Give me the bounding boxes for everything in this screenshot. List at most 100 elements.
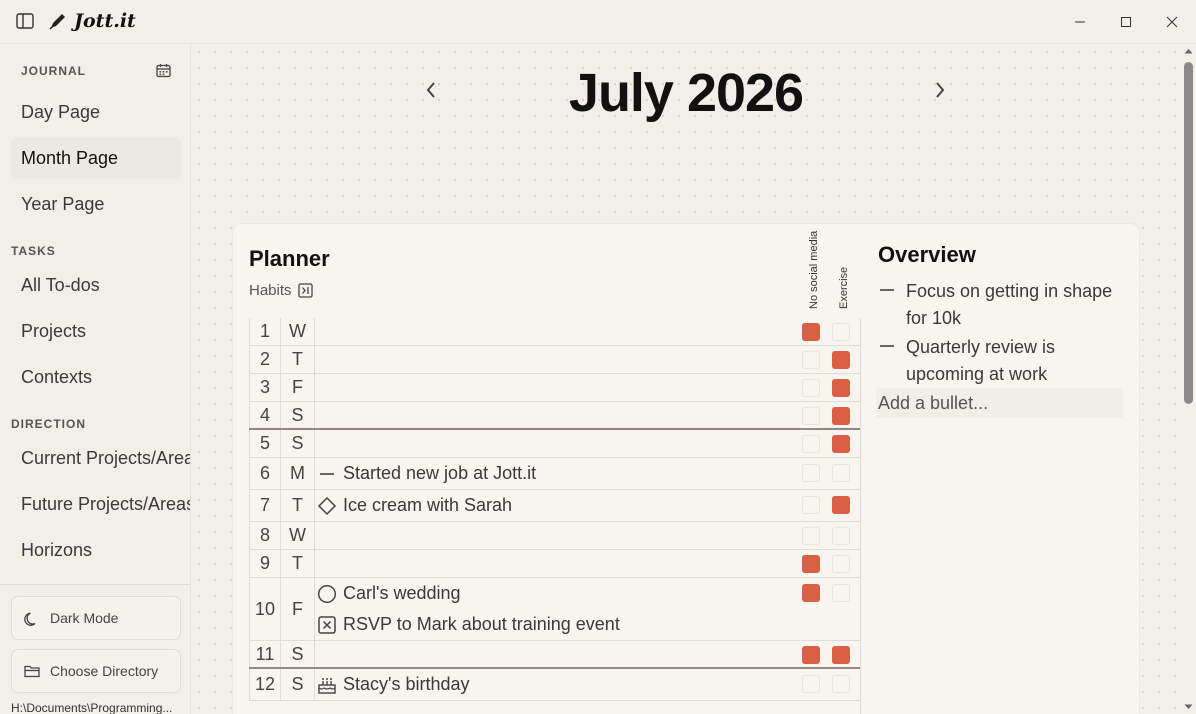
dash-icon: [878, 278, 906, 332]
bullet-entry[interactable]: Carl's wedding: [315, 578, 795, 609]
day-entries[interactable]: Started new job at Jott.it: [315, 458, 795, 489]
day-entries[interactable]: Ice cream with Sarah: [315, 490, 795, 521]
habit-checkbox[interactable]: [802, 464, 820, 482]
directory-path: H:\Documents\Programming...: [11, 701, 173, 714]
habit-checkbox[interactable]: [802, 351, 820, 369]
sidebar-item-current-projects[interactable]: Current Projects/Areas: [11, 437, 190, 479]
bullet-entry[interactable]: Stacy's birthday: [315, 669, 795, 700]
habit-checkbox[interactable]: [802, 407, 820, 425]
day-number: 5: [249, 430, 281, 457]
dash-icon: [878, 334, 906, 388]
bullet-text: Started new job at Jott.it: [343, 463, 537, 483]
sidebar-item-projects[interactable]: Projects: [11, 310, 181, 352]
habit-checkbox[interactable]: [802, 646, 820, 664]
planner-row[interactable]: 2T: [249, 346, 861, 374]
habit-checkbox[interactable]: [802, 496, 820, 514]
day-number: 9: [249, 550, 281, 577]
folder-icon: [24, 665, 40, 678]
habit-checkbox[interactable]: [832, 464, 850, 482]
habit-checkbox[interactable]: [832, 379, 850, 397]
habit-checkbox[interactable]: [832, 435, 850, 453]
cake-icon: [317, 675, 337, 695]
close-icon[interactable]: [1162, 12, 1182, 32]
scrollbar[interactable]: [1181, 44, 1196, 714]
sidebar-item-future-projects[interactable]: Future Projects/Areas: [11, 483, 190, 525]
sidebar-item-month-page[interactable]: Month Page: [11, 137, 181, 179]
habit-header-no-social-media: No social media: [808, 230, 820, 309]
scroll-thumb[interactable]: [1184, 62, 1193, 404]
planner-row[interactable]: 10 F Carl's wedding RSVP to Mark about trai…: [249, 578, 861, 641]
day-of-week: S: [281, 430, 315, 457]
sidebar-item-all-todos[interactable]: All To-dos: [11, 264, 181, 306]
habit-checkbox[interactable]: [832, 323, 850, 341]
sidebar-item-day-page[interactable]: Day Page: [11, 91, 181, 133]
tasks-section-label: TASKS: [11, 244, 56, 258]
planner-row[interactable]: 3F: [249, 374, 861, 402]
planner-row[interactable]: 5S: [249, 430, 861, 458]
next-month-icon[interactable]: [930, 80, 950, 100]
habit-checkbox[interactable]: [802, 435, 820, 453]
bullet-entry[interactable]: Started new job at Jott.it: [315, 458, 795, 489]
scroll-down-icon[interactable]: [1184, 704, 1193, 710]
overview-bullet[interactable]: Quarterly review is upcoming at work: [878, 334, 1123, 388]
sidebar-toggle-icon[interactable]: [16, 13, 34, 29]
day-of-week: F: [281, 374, 315, 401]
moon-icon: [24, 612, 36, 626]
sidebar-item-contexts[interactable]: Contexts: [11, 356, 181, 398]
planner-row[interactable]: 12 S Stacy's birthday: [249, 669, 861, 701]
habit-checkbox[interactable]: [832, 351, 850, 369]
planner-row[interactable]: 6 M Started new job at Jott.it: [249, 458, 861, 490]
habit-checkbox[interactable]: [832, 675, 850, 693]
dark-mode-button[interactable]: Dark Mode: [11, 596, 181, 640]
sidebar-item-year-page[interactable]: Year Page: [11, 183, 181, 225]
habit-checkbox[interactable]: [832, 407, 850, 425]
calendar-icon[interactable]: [156, 63, 171, 83]
dark-mode-label: Dark Mode: [50, 610, 119, 626]
maximize-icon[interactable]: [1116, 12, 1136, 32]
choose-directory-label: Choose Directory: [50, 663, 159, 679]
day-of-week: S: [281, 402, 315, 428]
add-bullet-input[interactable]: Add a bullet...: [876, 388, 1123, 418]
habit-checkbox[interactable]: [832, 555, 850, 573]
choose-directory-button[interactable]: Choose Directory: [11, 649, 181, 693]
day-entries[interactable]: Stacy's birthday: [315, 669, 795, 700]
habit-checkbox[interactable]: [802, 323, 820, 341]
habit-checkbox[interactable]: [802, 527, 820, 545]
day-number: 1: [249, 318, 281, 345]
planner-row[interactable]: 8W: [249, 522, 861, 550]
habit-checkbox[interactable]: [832, 527, 850, 545]
pen-icon: [49, 14, 65, 30]
day-of-week: T: [281, 490, 315, 521]
habit-checkbox[interactable]: [802, 379, 820, 397]
day-entries[interactable]: Carl's wedding RSVP to Mark about trainin…: [315, 578, 795, 640]
app-logo: Jott.it: [48, 10, 136, 32]
overview-bullet[interactable]: Focus on getting in shape for 10k: [878, 278, 1123, 332]
bullet-entry[interactable]: Ice cream with Sarah: [315, 490, 795, 521]
planner-row[interactable]: 11 S: [249, 641, 861, 669]
habit-checkbox[interactable]: [832, 584, 850, 602]
overview-title: Overview: [878, 242, 976, 267]
planner-row[interactable]: 9T: [249, 550, 861, 578]
title-bar: Jott.it: [0, 0, 1196, 44]
habit-checkbox[interactable]: [802, 675, 820, 693]
day-of-week: W: [281, 318, 315, 345]
planner-grid: 1 W 2 T 3 F 4 S 5 S 6 M Started new job at Jott.it 7 T…: [249, 318, 861, 701]
habits-toggle[interactable]: Habits: [249, 282, 313, 299]
habit-checkbox[interactable]: [832, 646, 850, 664]
day-number: 4: [249, 402, 281, 428]
overview-bullet-text: Quarterly review is upcoming at work: [906, 337, 1056, 384]
month-title: July 2026: [568, 63, 804, 123]
habit-checkbox[interactable]: [802, 555, 820, 573]
sidebar-item-horizons[interactable]: Horizons: [11, 529, 181, 571]
planner-row[interactable]: 1W: [249, 318, 861, 346]
habit-checkbox[interactable]: [832, 496, 850, 514]
scroll-up-icon[interactable]: [1184, 48, 1193, 54]
cancelled-task-icon: [317, 615, 337, 635]
planner-row[interactable]: 7 T Ice cream with Sarah: [249, 490, 861, 522]
bullet-entry[interactable]: RSVP to Mark about training event: [315, 609, 795, 640]
minimize-icon[interactable]: [1070, 12, 1090, 32]
day-of-week: T: [281, 346, 315, 373]
planner-row[interactable]: 4S: [249, 402, 861, 430]
day-number: 6: [249, 458, 281, 489]
habit-checkbox[interactable]: [802, 584, 820, 602]
